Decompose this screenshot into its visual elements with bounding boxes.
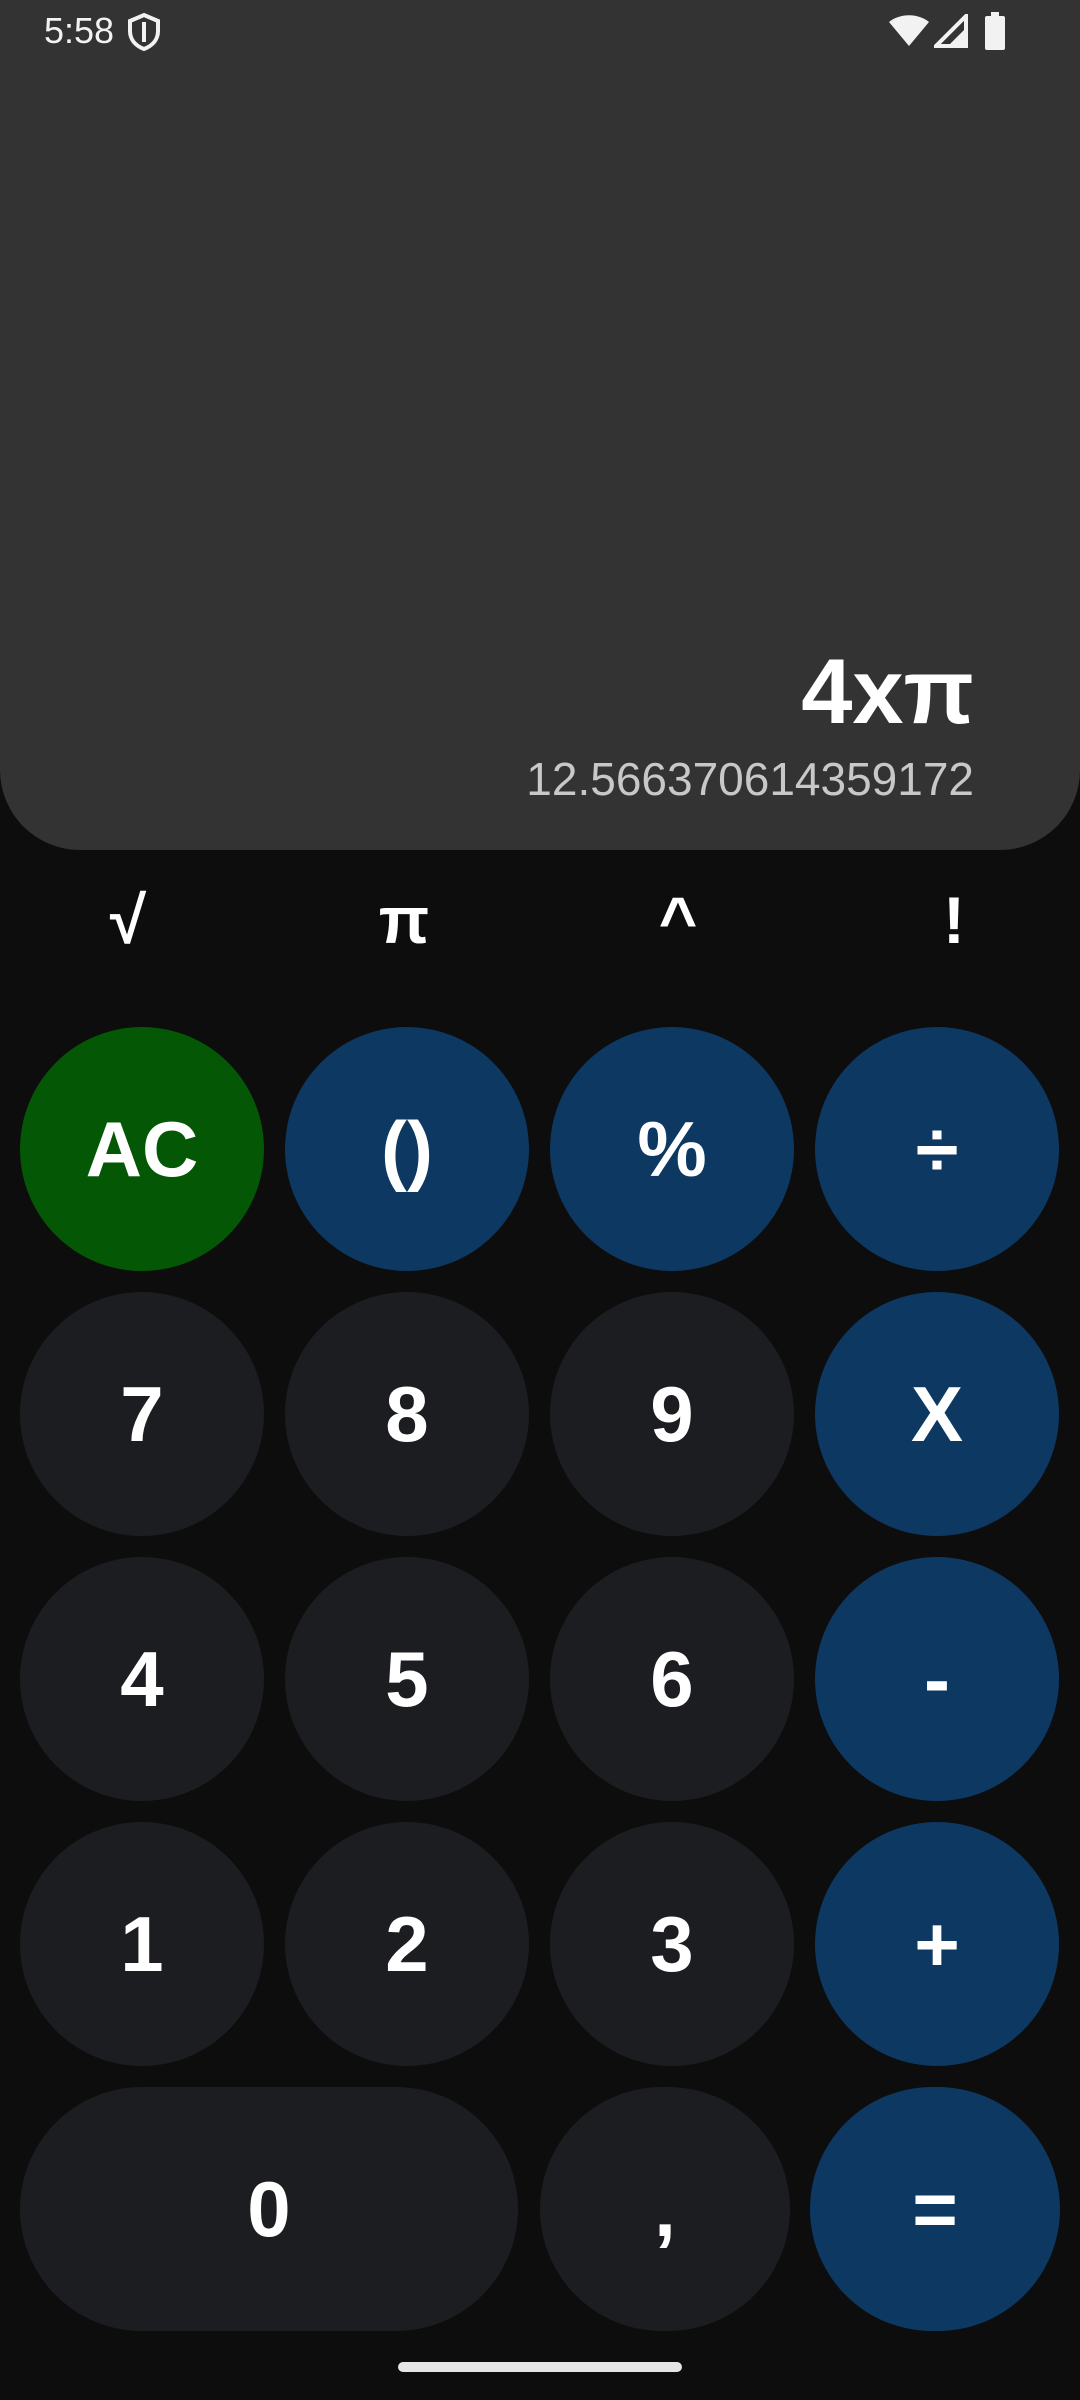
- shield-icon: [128, 12, 160, 52]
- battery-icon: [985, 12, 1005, 50]
- digit-8-button[interactable]: 8: [285, 1292, 529, 1536]
- digit-7-button[interactable]: 7: [20, 1292, 264, 1536]
- digit-5-button[interactable]: 5: [285, 1557, 529, 1801]
- percent-button[interactable]: %: [550, 1027, 794, 1271]
- status-time: 5:58: [44, 10, 115, 51]
- parentheses-button[interactable]: (): [285, 1027, 529, 1271]
- home-indicator[interactable]: [398, 2362, 682, 2372]
- digit-3-button[interactable]: 3: [550, 1822, 794, 2066]
- result-text: 12.566370614359172: [526, 753, 974, 805]
- equals-button[interactable]: =: [810, 2087, 1060, 2331]
- clear-button[interactable]: AC: [20, 1027, 264, 1271]
- wifi-icon: [889, 15, 929, 46]
- sqrt-button[interactable]: √: [58, 870, 198, 970]
- minus-button[interactable]: -: [815, 1557, 1059, 1801]
- digit-2-button[interactable]: 2: [285, 1822, 529, 2066]
- digit-0-button[interactable]: 0: [20, 2087, 518, 2331]
- digit-1-button[interactable]: 1: [20, 1822, 264, 2066]
- factorial-button[interactable]: !: [884, 870, 1024, 970]
- digit-9-button[interactable]: 9: [550, 1292, 794, 1536]
- pi-button[interactable]: π: [334, 870, 474, 970]
- multiply-button[interactable]: X: [815, 1292, 1059, 1536]
- status-bar: 5:58: [0, 0, 1080, 64]
- display-panel: 5:58 4xπ 12.566370614359172: [0, 0, 1080, 850]
- divide-button[interactable]: ÷: [815, 1027, 1059, 1271]
- plus-button[interactable]: +: [815, 1822, 1059, 2066]
- signal-icon: [934, 14, 968, 48]
- power-button[interactable]: ^: [608, 870, 748, 970]
- digit-6-button[interactable]: 6: [550, 1557, 794, 1801]
- expression-text: 4xπ: [801, 641, 974, 743]
- digit-4-button[interactable]: 4: [20, 1557, 264, 1801]
- comma-button[interactable]: ,: [540, 2087, 790, 2331]
